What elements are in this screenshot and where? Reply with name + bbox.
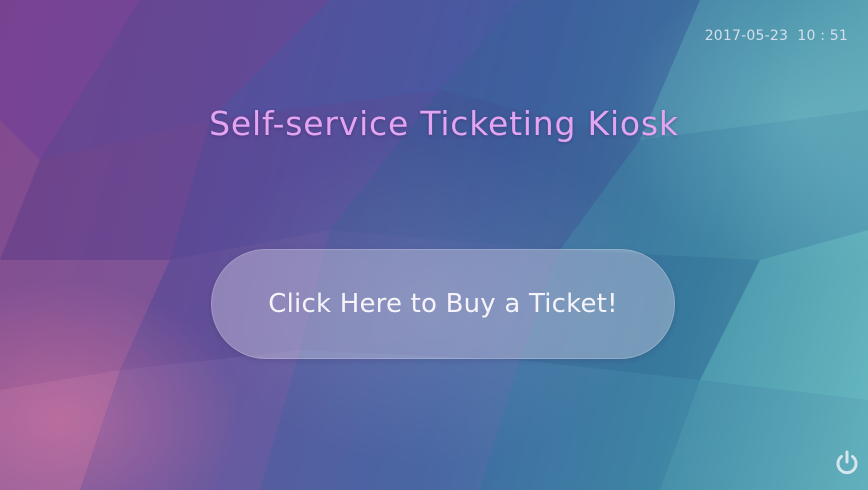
page-title: Self-service Ticketing Kiosk: [209, 104, 679, 143]
power-button[interactable]: [832, 448, 862, 478]
datetime-display: 2017-05-23 10 : 51: [704, 28, 848, 44]
background-glow: [0, 0, 868, 490]
power-icon: [836, 450, 858, 475]
buy-ticket-button[interactable]: Click Here to Buy a Ticket!: [211, 249, 675, 359]
kiosk-screen: 2017-05-23 10 : 51 Self-service Ticketin…: [0, 0, 868, 490]
buy-ticket-label: Click Here to Buy a Ticket!: [268, 289, 618, 319]
